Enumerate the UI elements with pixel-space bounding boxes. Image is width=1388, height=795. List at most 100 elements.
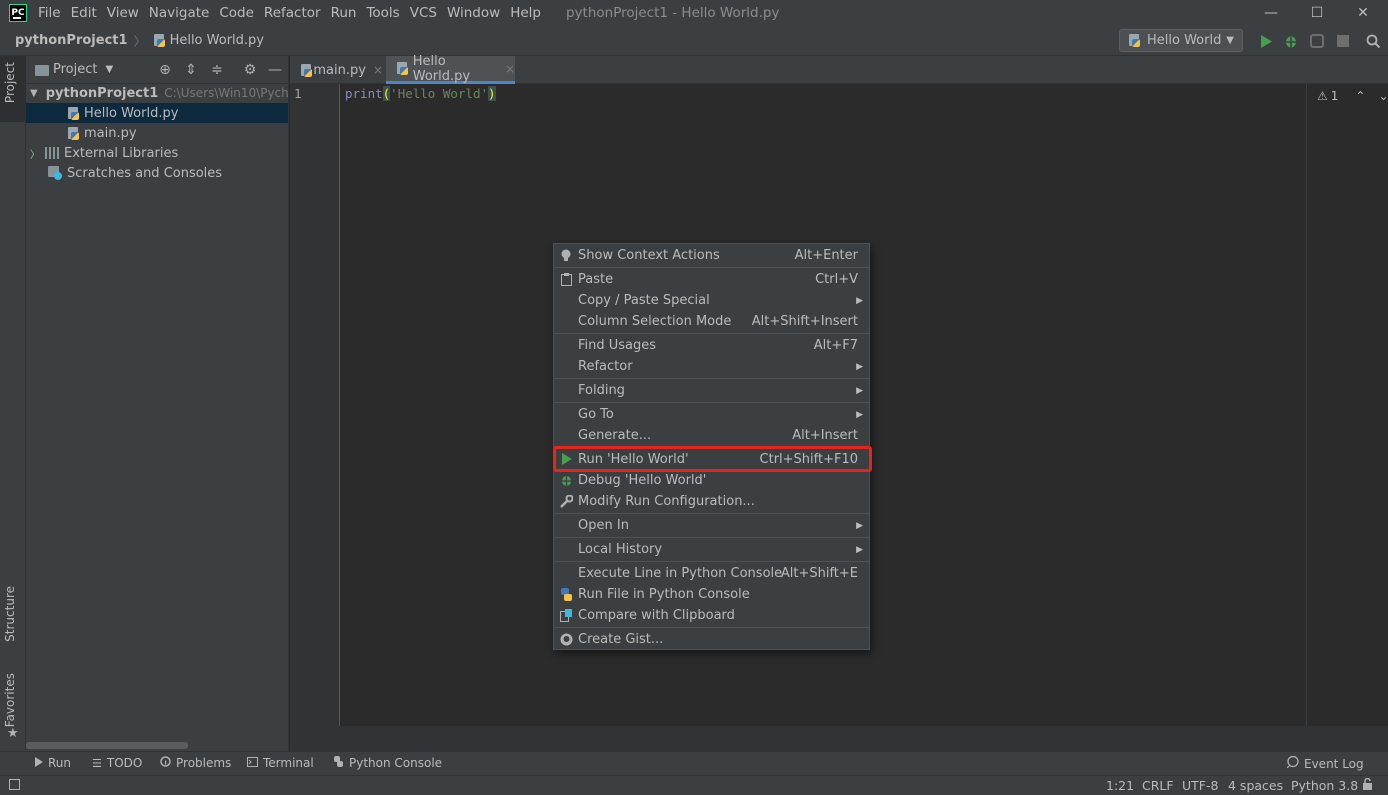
tab-favorites[interactable]: Favorites	[3, 673, 17, 727]
line-separator[interactable]: CRLF	[1142, 778, 1174, 793]
menu-tools[interactable]: Tools	[366, 5, 399, 21]
expand-arrow-icon[interactable]: ▼	[30, 88, 38, 99]
tool-problems[interactable]: Problems	[160, 756, 231, 770]
tab-hello-world-py[interactable]: Hello World.py ×	[386, 54, 515, 84]
python-icon	[333, 756, 344, 770]
expand-all-icon[interactable]: ⇕	[182, 61, 200, 79]
coverage-icon[interactable]	[1308, 32, 1326, 50]
breadcrumb-project[interactable]: pythonProject1	[15, 33, 128, 48]
libraries-icon	[45, 147, 59, 159]
tool-event-log[interactable]: Event Log	[1286, 755, 1364, 771]
menu-item-find-usages[interactable]: Find Usages Alt+F7	[554, 335, 869, 356]
lock-icon[interactable]	[1362, 777, 1373, 793]
menu-item-shortcut: Alt+Shift+E	[780, 566, 858, 581]
menu-item-compare-clipboard[interactable]: Compare with Clipboard	[554, 605, 869, 626]
tree-item-external-libraries[interactable]: 〉 External Libraries	[26, 143, 288, 163]
menu-item-open-in[interactable]: Open In ▶	[554, 515, 869, 536]
menu-item-refactor[interactable]: Refactor ▶	[554, 356, 869, 377]
menu-item-go-to[interactable]: Go To ▶	[554, 404, 869, 425]
run-icon	[35, 756, 43, 770]
debug-icon	[559, 473, 573, 487]
menu-item-column-selection[interactable]: Column Selection Mode Alt+Shift+Insert	[554, 311, 869, 332]
close-tab-icon[interactable]: ×	[505, 62, 515, 76]
python-interpreter[interactable]: Python 3.8	[1291, 778, 1358, 793]
menu-window[interactable]: Window	[447, 5, 500, 21]
horizontal-scrollbar[interactable]	[26, 742, 188, 749]
title-bar: PC File Edit View Navigate Code Refactor…	[0, 0, 1388, 26]
breadcrumb-file[interactable]: Hello World.py	[170, 33, 264, 48]
menu-item-create-gist[interactable]: Create Gist...	[554, 629, 869, 650]
stop-icon[interactable]	[1334, 32, 1352, 50]
inspection-widget[interactable]: ⚠ 1 ⌃ ⌄	[1317, 89, 1388, 103]
tree-item-hello-world[interactable]: Hello World.py	[26, 103, 288, 123]
menu-item-generate[interactable]: Generate... Alt+Insert	[554, 425, 869, 446]
file-encoding[interactable]: UTF-8	[1182, 778, 1218, 793]
tree-item-scratches[interactable]: Scratches and Consoles	[26, 163, 288, 183]
menu-help[interactable]: Help	[510, 5, 541, 21]
menu-run[interactable]: Run	[331, 5, 357, 21]
menu-item-label: Local History	[578, 542, 663, 557]
tab-project[interactable]: Project	[3, 62, 17, 103]
project-panel-title[interactable]: Project	[53, 62, 97, 77]
submenu-arrow-icon: ▶	[856, 544, 863, 555]
toggle-tool-windows-icon[interactable]	[9, 778, 20, 793]
code-line[interactable]: print('Hello World')	[345, 86, 496, 101]
hide-icon[interactable]: —	[266, 61, 284, 79]
gear-icon[interactable]: ⚙	[241, 61, 259, 79]
indent-setting[interactable]: 4 spaces	[1228, 778, 1283, 793]
menu-vcs[interactable]: VCS	[410, 5, 437, 21]
close-tab-icon[interactable]: ×	[373, 63, 383, 77]
menu-item-copy-paste-special[interactable]: Copy / Paste Special ▶	[554, 290, 869, 311]
menu-separator	[554, 561, 869, 562]
menu-item-debug-hello-world[interactable]: Debug 'Hello World'	[554, 470, 869, 491]
menu-item-run-file-console[interactable]: Run File in Python Console	[554, 584, 869, 605]
chevron-up-icon[interactable]: ⌃	[1355, 89, 1365, 103]
tool-terminal[interactable]: Terminal	[247, 756, 314, 770]
menu-navigate[interactable]: Navigate	[149, 5, 210, 21]
tree-item-label: Scratches and Consoles	[67, 165, 223, 181]
close-window-button[interactable]: ✕	[1340, 0, 1386, 26]
minimize-button[interactable]: —	[1248, 0, 1294, 26]
collapse-all-icon[interactable]: ≑	[208, 61, 226, 79]
debug-icon[interactable]	[1282, 32, 1300, 50]
run-icon[interactable]	[1257, 32, 1275, 50]
tab-label: main.py	[313, 62, 366, 78]
menu-item-folding[interactable]: Folding ▶	[554, 380, 869, 401]
search-icon[interactable]	[1364, 32, 1382, 50]
tree-item-label: pythonProject1	[45, 85, 159, 101]
tab-main-py[interactable]: main.py ×	[290, 56, 383, 84]
tree-item-project-root[interactable]: ▼ pythonProject1 C:\Users\Win10\PycharmP…	[26, 83, 288, 103]
menu-code[interactable]: Code	[219, 5, 254, 21]
menu-view[interactable]: View	[107, 5, 139, 21]
maximize-button[interactable]: ☐	[1294, 0, 1340, 26]
menu-item-modify-run-config[interactable]: Modify Run Configuration...	[554, 491, 869, 512]
menu-item-paste[interactable]: Paste Ctrl+V	[554, 269, 869, 290]
menu-file[interactable]: File	[38, 5, 61, 21]
menu-item-label: Run File in Python Console	[578, 587, 750, 602]
menu-refactor[interactable]: Refactor	[264, 5, 321, 21]
locate-icon[interactable]: ⊕	[156, 61, 174, 79]
warning-count: 1	[1330, 89, 1339, 103]
tool-todo[interactable]: ☰ TODO	[92, 756, 142, 770]
tool-python-console[interactable]: Python Console	[333, 756, 442, 770]
caret-position[interactable]: 1:21	[1106, 778, 1134, 793]
chevron-down-icon[interactable]: ▼	[105, 64, 113, 75]
run-configuration-select[interactable]: Hello World ▼	[1119, 29, 1243, 52]
tool-label: Python Console	[349, 756, 443, 770]
menu-separator	[554, 627, 869, 628]
menu-item-execute-line-console[interactable]: Execute Line in Python Console Alt+Shift…	[554, 563, 869, 584]
tab-structure[interactable]: Structure	[3, 586, 17, 642]
menu-edit[interactable]: Edit	[71, 5, 97, 21]
tool-run[interactable]: Run	[35, 756, 71, 770]
menu-item-local-history[interactable]: Local History ▶	[554, 539, 869, 560]
project-panel: Project ▼ ⊕ ⇕ ≑ ⚙ — ▼ pythonProject1 C:\…	[26, 56, 289, 751]
tree-item-main[interactable]: main.py	[26, 123, 288, 143]
collapse-arrow-icon[interactable]: 〉	[28, 146, 42, 161]
menu-item-show-context-actions[interactable]: Show Context Actions Alt+Enter	[554, 245, 869, 266]
menu-item-shortcut: Alt+F7	[813, 338, 858, 353]
python-file-icon	[396, 62, 408, 75]
chevron-down-icon[interactable]: ⌄	[1378, 89, 1388, 103]
menu-item-label: Compare with Clipboard	[578, 608, 735, 623]
status-bar: 1:21 CRLF UTF-8 4 spaces Python 3.8	[0, 775, 1388, 795]
star-icon: ★	[7, 726, 19, 741]
